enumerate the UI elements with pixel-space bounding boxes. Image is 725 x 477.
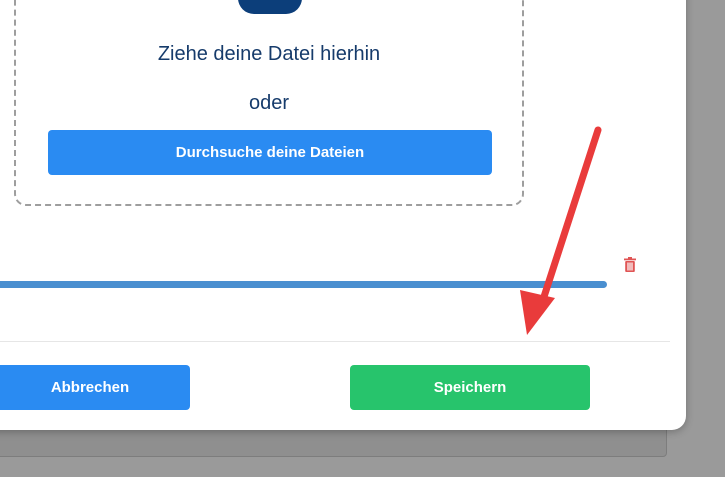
trash-icon[interactable]	[624, 257, 636, 272]
browse-files-button[interactable]: Durchsuche deine Dateien	[48, 130, 492, 175]
footer-divider	[0, 341, 670, 342]
upload-progress-bar	[0, 281, 607, 288]
cancel-button[interactable]: Abbrechen	[0, 365, 190, 410]
dropzone-title: Ziehe deine Datei hierhin	[157, 43, 381, 65]
upload-icon	[238, 0, 302, 14]
save-button[interactable]: Speichern	[350, 365, 590, 410]
dropzone-or-text: oder	[248, 92, 290, 114]
